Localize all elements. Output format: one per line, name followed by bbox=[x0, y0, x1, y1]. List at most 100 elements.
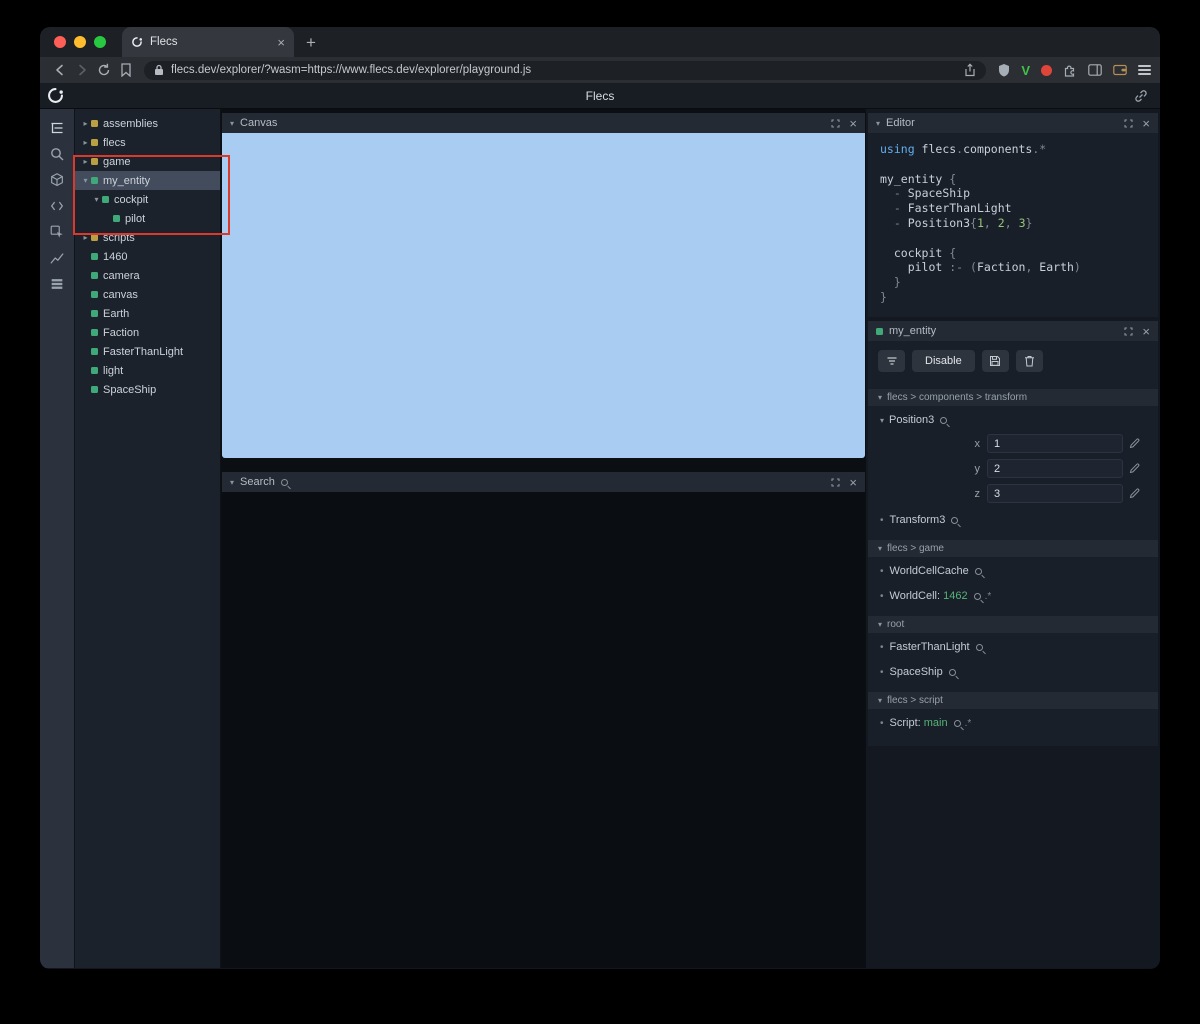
close-tab-icon[interactable]: × bbox=[277, 36, 285, 49]
entity-square-icon bbox=[91, 386, 98, 393]
save-button[interactable] bbox=[981, 350, 1009, 372]
bookmark-icon[interactable] bbox=[115, 59, 137, 81]
reload-button[interactable] bbox=[93, 59, 115, 81]
shield-icon[interactable] bbox=[993, 59, 1015, 81]
chevron-down-icon[interactable]: ▾ bbox=[80, 176, 91, 185]
inspector-section-header[interactable]: ▾ flecs > components > transform bbox=[868, 389, 1158, 406]
menu-icon[interactable] bbox=[1138, 65, 1151, 75]
flecs-favicon-icon bbox=[131, 36, 143, 48]
share-icon[interactable] bbox=[964, 63, 976, 77]
chevron-down-icon[interactable]: ▾ bbox=[876, 119, 880, 128]
filter-button[interactable] bbox=[878, 350, 905, 372]
close-panel-icon[interactable]: × bbox=[1142, 117, 1150, 130]
tree-item-flecs[interactable]: ▸ flecs bbox=[75, 133, 220, 152]
component-row-Transform3[interactable]: • Transform3 bbox=[868, 509, 1158, 531]
code-line: - FasterThanLight bbox=[893, 201, 1012, 216]
chart-icon[interactable] bbox=[48, 249, 66, 267]
tree-item-assemblies[interactable]: ▸ assemblies bbox=[75, 114, 220, 133]
component-row-WorldCellCache[interactable]: • WorldCellCache bbox=[868, 560, 1158, 582]
address-bar[interactable]: flecs.dev/explorer/?wasm=https://www.fle… bbox=[144, 60, 987, 80]
chevron-down-icon[interactable]: ▾ bbox=[230, 119, 234, 128]
tree-item-cockpit[interactable]: ▾ cockpit bbox=[75, 190, 220, 209]
component-row-WorldCell[interactable]: • WorldCell: 1462 .* bbox=[868, 585, 1158, 607]
code-editor[interactable]: using flecs.components.* my_entity { - S… bbox=[868, 133, 1158, 317]
entity-square-icon bbox=[91, 253, 98, 260]
position3-z-input[interactable] bbox=[987, 484, 1123, 503]
tree-item-game[interactable]: ▸ game bbox=[75, 152, 220, 171]
tree-item-1460[interactable]: 1460 bbox=[75, 247, 220, 266]
component-row-Script[interactable]: • Script: main .* bbox=[868, 712, 1158, 734]
tree-item-FasterThanLight[interactable]: FasterThanLight bbox=[75, 342, 220, 361]
back-button[interactable] bbox=[49, 59, 71, 81]
expand-panel-icon[interactable] bbox=[1124, 118, 1133, 128]
tree-icon[interactable] bbox=[48, 119, 66, 137]
v-extension-icon[interactable]: V bbox=[1021, 63, 1030, 78]
tree-item-my_entity[interactable]: ▾ my_entity bbox=[75, 171, 220, 190]
link-icon[interactable] bbox=[1134, 89, 1148, 103]
tree-item-SpaceShip[interactable]: SpaceShip bbox=[75, 380, 220, 399]
close-panel-icon[interactable]: × bbox=[849, 476, 857, 489]
inspector-section-header[interactable]: ▾ flecs > script bbox=[868, 692, 1158, 709]
tree-item-pilot[interactable]: pilot bbox=[75, 209, 220, 228]
tab-strip: Flecs × + bbox=[40, 27, 1160, 57]
close-window-button[interactable] bbox=[54, 36, 66, 48]
entity-square-icon bbox=[91, 291, 98, 298]
pencil-icon[interactable] bbox=[1129, 488, 1140, 499]
component-row-FasterThanLight[interactable]: • FasterThanLight bbox=[868, 636, 1158, 658]
entity-inspector: Disable ▾ flecs > components > transform ▾… bbox=[868, 341, 1158, 746]
tree-item-scripts[interactable]: ▸ scripts bbox=[75, 228, 220, 247]
tree-item-camera[interactable]: camera bbox=[75, 266, 220, 285]
pencil-icon[interactable] bbox=[1129, 438, 1140, 449]
chevron-down-icon[interactable]: ▾ bbox=[230, 478, 234, 487]
position3-x-input[interactable] bbox=[987, 434, 1123, 453]
inspector-toolbar: Disable bbox=[868, 341, 1158, 380]
chevron-right-icon[interactable]: ▸ bbox=[80, 157, 91, 166]
tree-item-label: assemblies bbox=[103, 117, 159, 130]
field-row-x: x bbox=[868, 431, 1158, 456]
search-icon bbox=[280, 478, 288, 486]
canvas-panel-header: ▾ Canvas × bbox=[222, 113, 865, 133]
tree-item-canvas[interactable]: canvas bbox=[75, 285, 220, 304]
minimize-window-button[interactable] bbox=[74, 36, 86, 48]
chevron-right-icon[interactable]: ▸ bbox=[80, 138, 91, 147]
list-icon[interactable] bbox=[48, 275, 66, 293]
chevron-down-icon[interactable]: ▾ bbox=[91, 195, 102, 204]
position3-y-input[interactable] bbox=[987, 459, 1123, 478]
code-line: pilot :- (Faction, Earth) bbox=[880, 260, 1081, 275]
chevron-right-icon[interactable]: ▸ bbox=[80, 119, 91, 128]
inspect-icon[interactable] bbox=[48, 223, 66, 241]
search-icon[interactable] bbox=[48, 145, 66, 163]
code-icon[interactable] bbox=[48, 197, 66, 215]
sidebar-toggle-icon[interactable] bbox=[1088, 64, 1102, 76]
search-icon bbox=[948, 668, 956, 676]
delete-button[interactable] bbox=[1015, 350, 1043, 372]
tree-item-Earth[interactable]: Earth bbox=[75, 304, 220, 323]
disable-button[interactable]: Disable bbox=[912, 350, 975, 372]
close-panel-icon[interactable]: × bbox=[1142, 325, 1150, 338]
code-line: my_entity { bbox=[880, 171, 957, 186]
chevron-right-icon[interactable]: ▸ bbox=[80, 233, 91, 242]
package-icon[interactable] bbox=[48, 171, 66, 189]
canvas-viewport[interactable] bbox=[222, 133, 865, 458]
tree-item-Faction[interactable]: Faction bbox=[75, 323, 220, 342]
expand-panel-icon[interactable] bbox=[831, 477, 840, 487]
component-row-Position3[interactable]: ▾ Position3 bbox=[868, 409, 1158, 431]
field-row-y: y bbox=[868, 456, 1158, 481]
red-extension-icon[interactable] bbox=[1041, 64, 1052, 76]
component-row-SpaceShip[interactable]: • SpaceShip bbox=[868, 661, 1158, 683]
browser-tab[interactable]: Flecs × bbox=[122, 27, 294, 57]
entity-square-icon bbox=[102, 196, 109, 203]
pencil-icon[interactable] bbox=[1129, 463, 1140, 474]
close-panel-icon[interactable]: × bbox=[849, 117, 857, 130]
puzzle-icon[interactable] bbox=[1063, 63, 1077, 77]
inspector-section-header[interactable]: ▾ flecs > game bbox=[868, 540, 1158, 557]
tree-item-light[interactable]: light bbox=[75, 361, 220, 380]
expand-panel-icon[interactable] bbox=[1124, 326, 1133, 336]
expand-panel-icon[interactable] bbox=[831, 118, 840, 128]
new-tab-button[interactable]: + bbox=[306, 34, 316, 51]
forward-button[interactable] bbox=[71, 59, 93, 81]
zoom-window-button[interactable] bbox=[94, 36, 106, 48]
inspector-section-header[interactable]: ▾ root bbox=[868, 616, 1158, 633]
wallet-icon[interactable] bbox=[1113, 64, 1127, 76]
